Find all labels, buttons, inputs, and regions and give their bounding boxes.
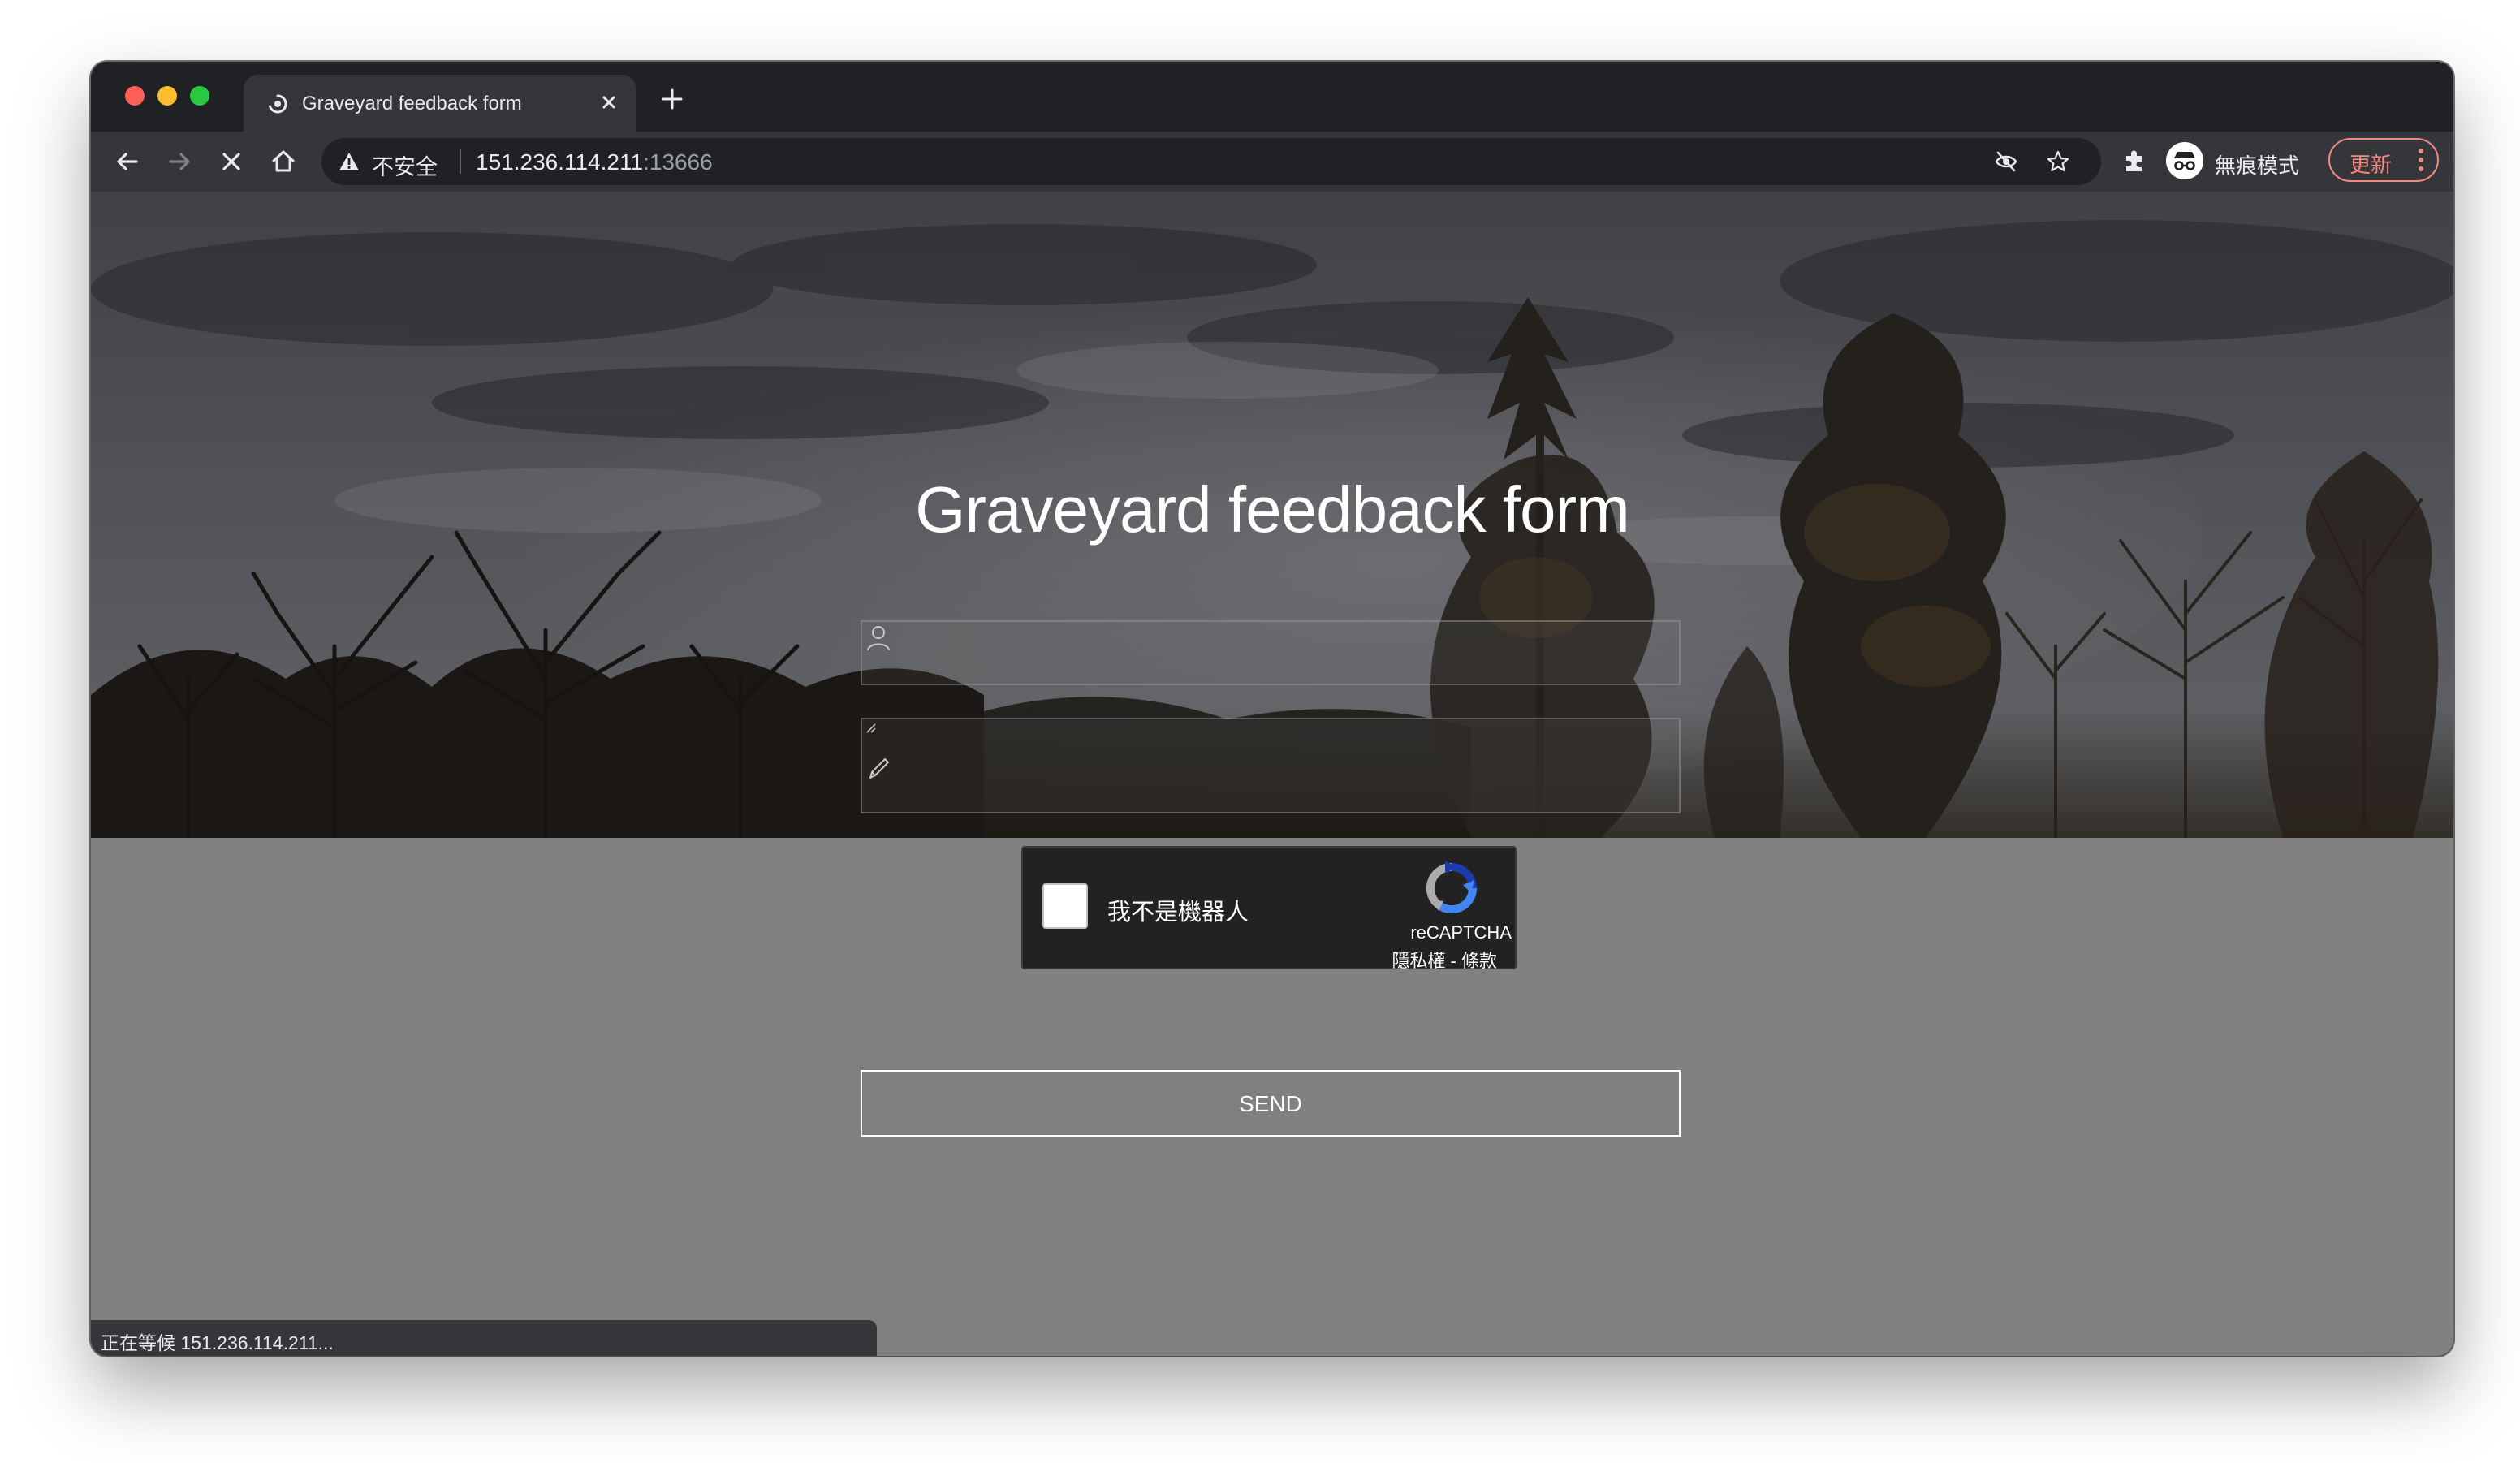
incognito-icon xyxy=(2166,142,2203,179)
address-bar[interactable]: 不安全 151.236.114.211:13666 xyxy=(321,138,2101,185)
update-button[interactable]: 更新 xyxy=(2328,138,2439,182)
name-field[interactable] xyxy=(861,620,1681,685)
pencil-icon xyxy=(869,758,889,779)
arrow-left-icon[interactable] xyxy=(110,145,145,179)
warning-triangle-icon[interactable] xyxy=(338,150,360,173)
url-host: 151.236.114.211 xyxy=(476,149,644,175)
browser-toolbar: 不安全 151.236.114.211:13666 無痕模式 更新 xyxy=(91,132,2453,192)
url-port: :13666 xyxy=(643,149,713,175)
update-label: 更新 xyxy=(2350,153,2393,177)
security-status-label[interactable]: 不安全 xyxy=(372,149,438,181)
page-title: Graveyard feedback form xyxy=(915,473,1630,546)
omnibox-divider xyxy=(460,149,461,174)
page-viewport: Graveyard feedback form 我不是機器人 reCAPTCHA… xyxy=(91,192,2453,1356)
recaptcha-label: 我不是機器人 xyxy=(1107,900,1249,926)
kebab-menu-icon xyxy=(2419,149,2423,171)
eye-off-icon[interactable] xyxy=(1994,149,2018,174)
close-icon[interactable] xyxy=(596,89,622,115)
new-tab-button[interactable] xyxy=(656,83,688,115)
window-zoom-button[interactable] xyxy=(190,86,209,106)
tab-strip: Graveyard feedback form xyxy=(91,62,2453,132)
browser-window: Graveyard feedback form 不安全 151.236.114.… xyxy=(91,62,2453,1356)
stop-loading-icon[interactable] xyxy=(214,145,248,179)
hero-background: Graveyard feedback form xyxy=(91,192,2453,838)
puzzle-icon[interactable] xyxy=(2117,145,2151,179)
send-button-label: SEND xyxy=(1239,1091,1302,1116)
window-close-button[interactable] xyxy=(125,86,145,106)
arrow-right-icon[interactable] xyxy=(162,145,196,179)
status-bubble: 正在等候 151.236.114.211... xyxy=(91,1320,877,1356)
recaptcha-checkbox[interactable] xyxy=(1042,883,1088,929)
plus-icon xyxy=(662,88,683,110)
tab-graveyard-feedback[interactable]: Graveyard feedback form xyxy=(244,75,636,132)
loading-spinner-icon xyxy=(269,94,287,114)
recaptcha-privacy-terms-link[interactable]: 隱私權 - 條款 xyxy=(1392,947,1497,973)
user-icon xyxy=(867,626,890,651)
tab-title: Graveyard feedback form xyxy=(302,93,522,114)
star-icon[interactable] xyxy=(2046,149,2070,174)
url-text[interactable]: 151.236.114.211:13666 xyxy=(476,149,713,175)
incognito-profile-button[interactable]: 無痕模式 xyxy=(2166,140,2309,183)
incognito-label: 無痕模式 xyxy=(2215,153,2300,178)
recaptcha-logo-icon xyxy=(1426,861,1478,914)
message-field[interactable] xyxy=(861,718,1681,815)
send-button[interactable]: SEND xyxy=(861,1070,1681,1137)
resize-grip-icon[interactable] xyxy=(862,719,877,734)
status-text: 正在等候 151.236.114.211... xyxy=(101,1332,334,1353)
message-textarea[interactable] xyxy=(922,719,1656,815)
home-icon[interactable] xyxy=(266,145,300,179)
window-minimize-button[interactable] xyxy=(158,86,177,106)
recaptcha-brand: reCAPTCHA xyxy=(1410,922,1512,943)
name-input[interactable] xyxy=(922,622,1656,685)
recaptcha-widget: 我不是機器人 reCAPTCHA 隱私權 - 條款 xyxy=(1021,846,1517,971)
